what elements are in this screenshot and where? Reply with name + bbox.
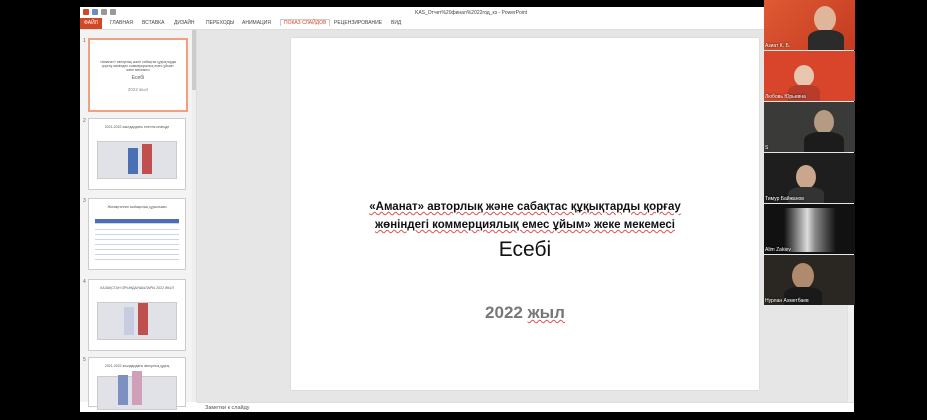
thumbnail-slide-5[interactable]: 2021-2022 жылдардағы авторлық құқық — [88, 357, 186, 410]
thumb-text: «Аманат» авторлық және сабақтас құқықтар… — [99, 60, 177, 72]
participant-name: S — [765, 145, 769, 151]
thumb-bar — [128, 148, 138, 174]
thumb-bar — [138, 303, 148, 335]
tab-slideshow[interactable]: ПОКАЗ СЛАЙДОВ — [280, 19, 331, 26]
participant-name: Нурлан Ахметбаев — [765, 298, 809, 304]
thumb-bar — [124, 307, 134, 335]
participant-face — [796, 165, 816, 189]
thumbnail-slide-1[interactable]: «Аманат» авторлық және сабақтас құқықтар… — [88, 38, 188, 112]
thumb-table-row — [95, 256, 179, 260]
thumb-bar — [118, 375, 128, 405]
slide-editor: «Аманат» авторлық және сабақтас құқықтар… — [197, 30, 854, 412]
thumb-text: Есебі — [131, 75, 145, 81]
tab-review[interactable]: РЕЦЕНЗИРОВАНИЕ — [334, 20, 382, 26]
ribbon-tabs: ФАЙЛ ГЛАВНАЯ ВСТАВКА ДИЗАЙН ПЕРЕХОДЫ АНИ… — [80, 18, 854, 30]
thumb-table-row — [95, 241, 179, 245]
participant-name: Alim Zakiev — [765, 247, 791, 253]
undo-icon[interactable] — [101, 9, 107, 15]
participant-name: Азиат К. Б. — [765, 43, 791, 49]
tab-animation[interactable]: АНИМАЦИЯ — [242, 20, 271, 26]
slide-year-number: 2022 — [485, 303, 523, 322]
slide-title-text: жөніндегі коммерциялық емес ұйым» жеке м… — [375, 219, 675, 231]
thumb-text: 2021-2022 жылдардағы авторлық құқық — [104, 364, 170, 368]
tab-view[interactable]: ВИД — [391, 20, 401, 26]
powerpoint-window: KAS_Отчет%20финал%2022год_кз - PowerPoin… — [80, 7, 854, 412]
thumb-chart — [97, 371, 177, 410]
participant-body — [808, 30, 844, 50]
thumb-table-row — [95, 231, 179, 235]
slide-year[interactable]: 2022 жыл — [291, 303, 759, 323]
participant-tile[interactable]: Азиат К. Б. — [764, 0, 855, 50]
slide-thumbnail-panel: 1 «Аманат» авторлық және сабақтас құқықт… — [80, 30, 197, 410]
slide-title-text: «Аманат» авторлық және сабақтас құқықтар… — [369, 201, 681, 213]
notes-pane[interactable]: Заметки к слайду — [197, 402, 854, 412]
participant-tile[interactable]: Alim Zakiev — [764, 204, 855, 254]
tab-insert[interactable]: ВСТАВКА — [142, 20, 164, 26]
thumb-table-row — [95, 246, 179, 250]
tab-design[interactable]: ДИЗАЙН — [174, 20, 195, 26]
thumb-number: 3 — [83, 198, 86, 204]
participant-name: Тимур Байжанов — [765, 196, 804, 202]
thumbnail-slide-2[interactable]: 2021-2022 жылдардағы есептік кезеңде — [88, 118, 186, 190]
redo-icon[interactable] — [110, 9, 116, 15]
thumbnail-slide-3[interactable]: Жинақталған сыйақының құрылымы — [88, 198, 186, 270]
thumb-bar — [132, 371, 142, 405]
thumb-text: КАЗАҚСТАН ОРЫНДАУШЫЛАРЫ 2022 ЖЫЛ — [100, 286, 174, 290]
slide-canvas[interactable]: «Аманат» авторлық және сабақтас құқықтар… — [291, 38, 759, 390]
thumb-table-row — [95, 236, 179, 240]
thumb-text: 2022 жыл — [127, 87, 149, 92]
thumbnail-scrollbar[interactable] — [192, 30, 196, 402]
thumb-number: 2 — [83, 118, 86, 124]
thumb-text: 2021-2022 жылдардағы есептік кезеңде — [104, 125, 170, 129]
participant-tile[interactable]: Нурлан Ахметбаев — [764, 255, 855, 305]
thumb-chart — [97, 141, 177, 179]
tab-transitions[interactable]: ПЕРЕХОДЫ — [206, 20, 234, 26]
participant-face — [794, 65, 814, 87]
thumb-number: 4 — [83, 279, 86, 285]
thumb-bar — [142, 144, 152, 174]
participant-tile[interactable]: Любовь Юрьевна — [764, 51, 855, 101]
slide-title-line-1[interactable]: «Аманат» авторлық және сабақтас құқықтар… — [291, 201, 759, 213]
thumb-table-row — [95, 226, 179, 230]
quick-access-toolbar — [83, 9, 116, 15]
participant-tile[interactable]: Тимур Байжанов — [764, 153, 855, 203]
slide-title-line-2[interactable]: жөніндегі коммерциялық емес ұйым» жеке м… — [291, 219, 759, 231]
app-icon[interactable] — [83, 9, 89, 15]
window-title: KAS_Отчет%20финал%2022год_кз - PowerPoin… — [415, 10, 528, 16]
thumb-chart — [97, 302, 177, 340]
participant-tile[interactable]: S — [764, 102, 855, 152]
thumb-number: 5 — [83, 357, 86, 363]
title-bar: KAS_Отчет%20финал%2022год_кз - PowerPoin… — [80, 7, 854, 18]
slide-subtitle[interactable]: Есебі — [291, 238, 759, 262]
thumb-number: 1 — [83, 38, 86, 44]
participant-photo — [784, 208, 836, 252]
slide-year-word: жыл — [527, 303, 565, 322]
participant-name: Любовь Юрьевна — [765, 94, 806, 100]
participant-face — [814, 6, 836, 32]
thumb-table-header — [95, 219, 179, 224]
notes-placeholder: Заметки к слайду — [205, 405, 250, 411]
thumb-table-row — [95, 251, 179, 255]
scrollbar-thumb[interactable] — [192, 30, 196, 90]
tab-file[interactable]: ФАЙЛ — [80, 18, 102, 29]
participant-face — [814, 110, 834, 134]
thumbnail-slide-4[interactable]: КАЗАҚСТАН ОРЫНДАУШЫЛАРЫ 2022 ЖЫЛ — [88, 279, 186, 351]
participant-body — [804, 132, 844, 152]
participant-face — [792, 263, 814, 289]
save-icon[interactable] — [92, 9, 98, 15]
tab-home[interactable]: ГЛАВНАЯ — [110, 20, 133, 26]
thumb-text: Жинақталған сыйақының құрылымы — [107, 205, 167, 209]
